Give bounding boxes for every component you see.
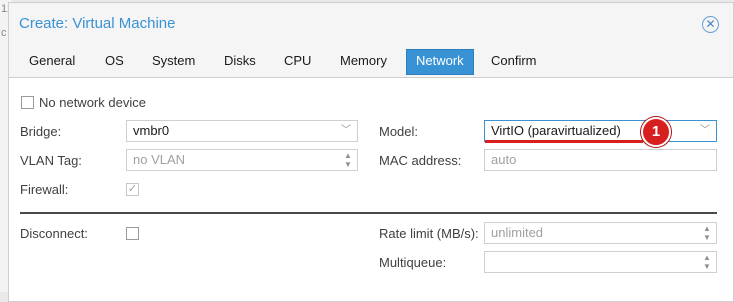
vlan-tag-label: VLAN Tag: [20, 153, 82, 168]
spinner-icon[interactable]: ▲ ▼ [341, 151, 355, 169]
tab-confirm[interactable]: Confirm [482, 49, 546, 73]
create-vm-dialog: Create: Virtual Machine ✕ General OS Sys… [8, 2, 734, 302]
tab-disks[interactable]: Disks [215, 49, 265, 73]
annotation-underline [485, 140, 643, 143]
annotation-badge: 1 [641, 117, 671, 147]
bridge-value: vmbr0 [133, 123, 170, 138]
tab-os[interactable]: OS [96, 49, 133, 73]
chevron-down-icon[interactable]: ﹀ [694, 121, 716, 141]
bridge-label: Bridge: [20, 124, 62, 139]
mac-address-placeholder: auto [491, 152, 517, 167]
firewall-checkbox[interactable]: ✓ [126, 183, 139, 196]
section-divider [20, 212, 717, 214]
dialog-titlebar: Create: Virtual Machine ✕ [9, 3, 733, 43]
no-network-device-checkbox[interactable] [21, 96, 34, 109]
rate-limit-label: Rate limit (MB/s): [379, 226, 479, 241]
model-select[interactable]: VirtIO (paravirtualized) ﹀ [484, 120, 717, 142]
tab-network[interactable]: Network [406, 49, 474, 75]
tab-general[interactable]: General [20, 49, 84, 73]
dialog-title: Create: Virtual Machine [19, 15, 176, 32]
multiqueue-label: Multiqueue: [379, 255, 447, 270]
tab-bar: General OS System Disks CPU Memory Netwo… [9, 43, 733, 78]
tab-cpu[interactable]: CPU [275, 49, 320, 73]
no-network-device-label: No network device [39, 95, 146, 110]
background-text: c [1, 27, 7, 39]
disconnect-checkbox[interactable] [126, 227, 139, 240]
spinner-icon[interactable]: ▲ ▼ [700, 224, 714, 242]
chevron-down-icon[interactable]: ﹀ [335, 121, 357, 141]
rate-limit-input[interactable]: unlimited ▲ ▼ [484, 222, 717, 244]
vlan-tag-placeholder: no VLAN [133, 152, 186, 167]
tab-system[interactable]: System [143, 49, 204, 73]
mac-address-label: MAC address: [379, 153, 462, 168]
multiqueue-input[interactable]: ▲ ▼ [484, 251, 717, 273]
tab-memory[interactable]: Memory [331, 49, 396, 73]
rate-limit-placeholder: unlimited [491, 225, 544, 240]
spinner-icon[interactable]: ▲ ▼ [700, 253, 714, 271]
mac-address-input[interactable]: auto [484, 149, 717, 171]
vlan-tag-input[interactable]: no VLAN ▲ ▼ [126, 149, 358, 171]
close-icon[interactable]: ✕ [702, 16, 719, 33]
firewall-label: Firewall: [20, 182, 69, 197]
model-label: Model: [379, 124, 419, 139]
bridge-select[interactable]: vmbr0 ﹀ [126, 120, 358, 142]
disconnect-label: Disconnect: [20, 226, 88, 241]
model-value: VirtIO (paravirtualized) [491, 123, 621, 138]
